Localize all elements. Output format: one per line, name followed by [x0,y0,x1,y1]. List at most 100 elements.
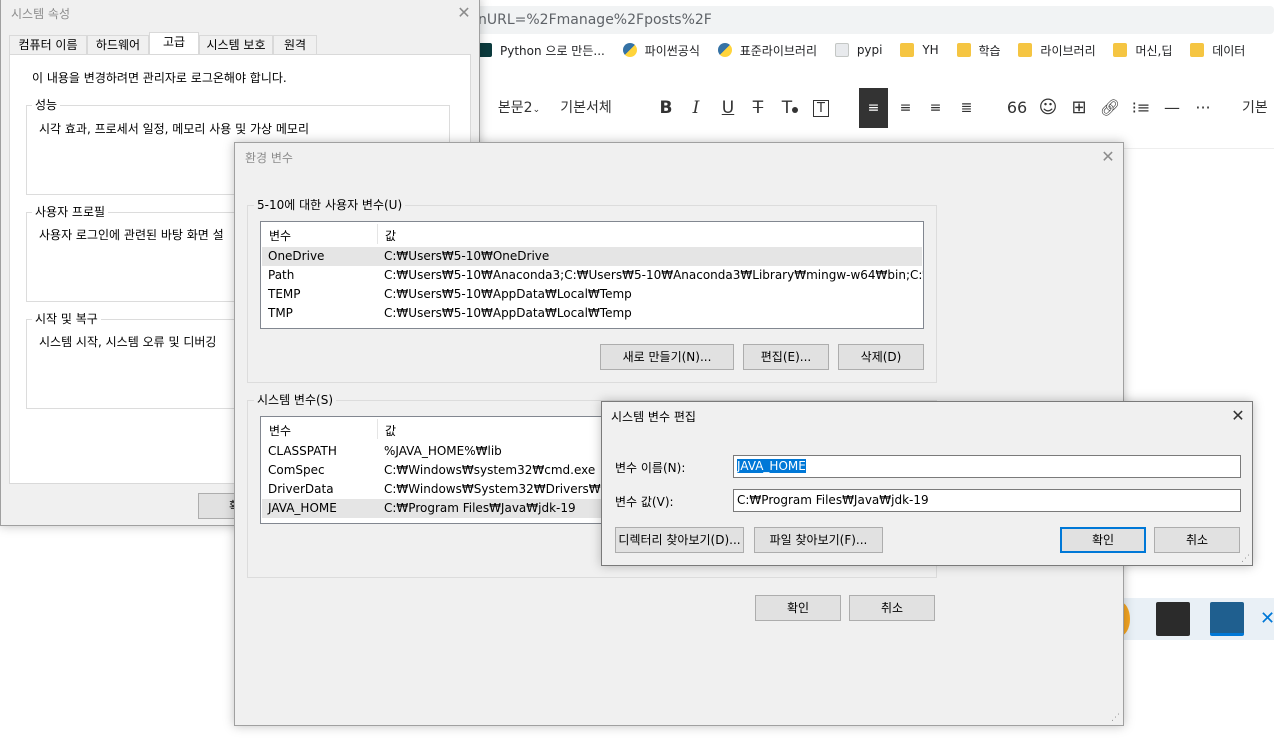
align-right-button[interactable]: ≡ [921,88,950,128]
quote-button[interactable]: 66 [1004,88,1030,128]
bookmark-item[interactable]: 표준라이브러리 [717,38,817,62]
folder-icon [956,43,971,57]
edit-user-variable-button[interactable]: 편집(E)... [743,344,829,370]
resize-grip-icon[interactable]: ⋰ [1111,713,1121,723]
variable-value: C:₩Program Files₩Java₩jdk-19 [384,501,576,515]
performance-label: 성능 [32,96,61,113]
horizontal-rule-icon: — [1164,98,1180,117]
table-row[interactable]: TMP C:₩Users₩5-10₩AppData₩Local₩Temp [262,304,922,323]
bookmark-item[interactable]: YH [900,38,939,62]
table-row[interactable]: TEMP C:₩Users₩5-10₩AppData₩Local₩Temp [262,285,922,304]
user-profile-label: 사용자 프로필 [32,203,109,220]
tab-system-protection[interactable]: 시스템 보호 [199,35,273,55]
underline-button[interactable]: U [716,88,740,128]
table-row[interactable]: OneDrive C:₩Users₩5-10₩OneDrive [262,247,922,266]
table-row[interactable]: Path C:₩Users₩5-10₩Anaconda3;C:₩Users₩5-1… [262,266,923,285]
color-dot-icon [792,107,799,113]
browse-directory-button[interactable]: 디렉터리 찾아보기(D)... [615,527,744,553]
toolbar-right-label[interactable]: 기본 [1242,88,1274,128]
bookmark-item[interactable]: Python 으로 만든... [478,38,605,62]
startup-recovery-description: 시스템 시작, 시스템 오류 및 디버깅 [39,335,217,349]
variable-name: ComSpec [268,463,325,477]
variable-name-field[interactable]: JAVA_HOME [733,455,1241,478]
close-icon[interactable]: ✕ [1093,143,1123,173]
ok-button[interactable]: 확인 [1060,527,1146,553]
variable-value: C:₩Users₩5-10₩AppData₩Local₩Temp [384,287,632,301]
app-icon[interactable]: ✕ [1260,602,1274,636]
window-title: 환경 변수 [245,151,293,165]
window-title: 시스템 속성 [11,7,71,21]
browse-file-button[interactable]: 파일 찾아보기(F)... [754,527,883,553]
bookmark-item[interactable]: 라이브러리 [1018,38,1096,62]
bookmark-item[interactable]: 학습 [956,38,1001,62]
close-icon[interactable]: ✕ [449,0,479,29]
resize-grip-icon[interactable]: ⋰ [1241,554,1251,564]
variable-name-label: 변수 이름(N): [615,461,686,475]
align-right-icon: ≡ [929,100,942,116]
align-left-button[interactable]: ≡ [859,88,888,128]
tab-remote[interactable]: 원격 [273,35,317,55]
performance-description: 시각 효과, 프로세서 일정, 메모리 사용 및 가상 메모리 [39,122,309,136]
bold-button[interactable]: B [654,88,678,128]
column-header-value[interactable]: 값 [385,227,396,244]
variable-name: JAVA_HOME [268,501,337,515]
admin-note: 이 내용을 변경하려면 관리자로 로그온해야 합니다. [32,71,287,85]
column-separator[interactable] [377,419,378,439]
text-color-button[interactable]: T [776,88,804,128]
align-justify-button[interactable]: ≣ [952,88,981,128]
ok-button[interactable]: 확인 [755,595,841,621]
font-select[interactable]: 기본서체 [556,88,616,128]
bookmark-label: Python 으로 만든... [500,43,605,58]
column-separator[interactable] [377,224,378,244]
bookmark-item[interactable]: 머신,딥 [1113,38,1172,62]
style-select[interactable]: 본문2⌄ [494,88,544,128]
user-variables-list[interactable]: 변수 값 OneDrive C:₩Users₩5-10₩OneDrive Path… [260,221,924,329]
python-icon [717,43,732,57]
strikethrough-button[interactable]: T [746,88,770,128]
delete-user-variable-button[interactable]: 삭제(D) [838,344,924,370]
variable-name-value: JAVA_HOME [737,459,806,473]
column-header-variable[interactable]: 변수 [269,227,291,244]
close-icon[interactable]: ✕ [1223,402,1253,432]
cancel-button[interactable]: 취소 [849,595,935,621]
link-icon: 🔗︎ [1099,98,1121,117]
new-user-variable-button[interactable]: 새로 만들기(N)... [600,344,734,370]
tab-advanced[interactable]: 고급 [149,32,199,56]
variable-value: %JAVA_HOME%₩lib [384,444,502,458]
variable-name: DriverData [268,482,334,496]
bookmark-item[interactable]: 데이터 [1190,38,1245,62]
window-title: 시스템 변수 편집 [611,410,696,424]
table-button[interactable]: ⊞ [1066,88,1092,128]
tab-hardware[interactable]: 하드웨어 [87,35,149,55]
variable-value: C:₩Windows₩system32₩cmd.exe [384,463,596,477]
variable-value-field[interactable]: C:₩Program Files₩Java₩jdk-19 [733,489,1241,512]
italic-button[interactable]: I [684,88,708,128]
edit-system-variable-window: 시스템 변수 편집 ✕ 변수 이름(N): JAVA_HOME 변수 값(V):… [601,401,1253,566]
horizontal-rule-button[interactable]: — [1159,88,1185,128]
folder-icon [900,43,915,57]
bookmark-label: pypi [856,43,883,57]
column-header-variable[interactable]: 변수 [269,422,291,439]
emoji-button[interactable]: ☺ [1035,88,1061,128]
variable-name: TEMP [268,287,301,301]
align-center-button[interactable]: ≡ [891,88,920,128]
address-bar[interactable]: nURL=%2Fmanage%2Fposts%2F [470,6,1274,34]
link-button[interactable]: 🔗︎ [1097,88,1123,128]
terminal-icon[interactable] [1156,602,1190,636]
column-header-value[interactable]: 값 [385,422,396,439]
cancel-button[interactable]: 취소 [1154,527,1240,553]
folder-icon [1018,43,1033,57]
tab-computer-name[interactable]: 컴퓨터 이름 [9,35,87,55]
variable-name: Path [268,268,295,282]
list-button[interactable]: ⁝≡ [1128,88,1154,128]
bookmark-item[interactable]: pypi [834,38,883,62]
bookmarks-bar: Python 으로 만든... 파이썬공식 표준라이브러리 pypi YH 학습… [478,38,1274,62]
bookmark-item[interactable]: 파이썬공식 [622,38,700,62]
page-icon [834,43,849,57]
startup-recovery-label: 시작 및 복구 [32,310,101,327]
folder-icon [1113,43,1128,57]
variable-value-label: 변수 값(V): [615,495,674,509]
text-background-button[interactable]: T [808,88,834,128]
app-icon[interactable] [1210,602,1244,636]
more-button[interactable]: ··· [1190,88,1216,128]
